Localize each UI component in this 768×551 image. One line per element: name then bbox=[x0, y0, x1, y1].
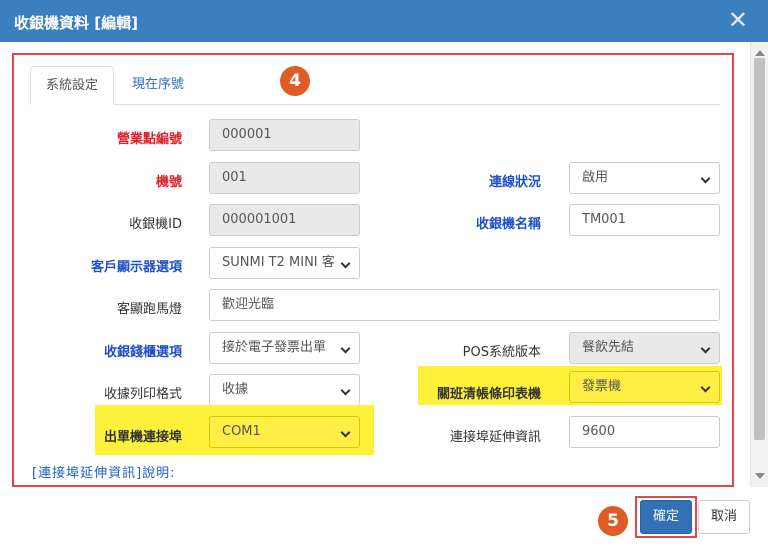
machine-no-label: 機號 bbox=[155, 175, 182, 190]
dialog-title: 收銀機資料 [編輯] bbox=[14, 14, 138, 32]
dialog-titlebar: 收銀機資料 [編輯] ✕ bbox=[0, 0, 768, 42]
vertical-scrollbar[interactable] bbox=[750, 42, 768, 487]
step-badge-4: 4 bbox=[280, 66, 310, 96]
shift-report-printer-label: 關班清帳條印表機 bbox=[436, 387, 541, 402]
step-badge-5: 5 bbox=[598, 506, 628, 536]
pos-name-label: 收銀機名稱 bbox=[475, 217, 541, 232]
close-icon[interactable]: ✕ bbox=[728, 6, 748, 34]
scroll-up-icon[interactable] bbox=[755, 50, 765, 56]
store-no-field: 000001 bbox=[209, 119, 360, 151]
cash-drawer-label: 收銀錢櫃選項 bbox=[103, 345, 182, 360]
confirm-button[interactable]: 確定 bbox=[640, 500, 692, 534]
connection-status-label: 連線狀況 bbox=[488, 175, 541, 190]
printer-port-select[interactable]: COM1 bbox=[209, 416, 360, 448]
cash-drawer-select[interactable]: 接於電子發票出單 bbox=[209, 332, 360, 364]
customer-display-value: SUNMI T2 MINI 客 bbox=[222, 255, 335, 270]
marquee-label: 客顯跑馬燈 bbox=[116, 302, 182, 317]
cancel-button[interactable]: 取消 bbox=[698, 500, 750, 534]
pos-version-label: POS系統版本 bbox=[462, 345, 541, 360]
connection-status-value: 啟用 bbox=[582, 170, 609, 185]
receipt-format-value: 收據 bbox=[222, 382, 249, 397]
scrollbar-thumb[interactable] bbox=[754, 58, 765, 440]
scroll-down-icon[interactable] bbox=[755, 473, 765, 479]
pos-id-field: 000001001 bbox=[209, 204, 360, 236]
cash-drawer-value: 接於電子發票出單 bbox=[222, 340, 327, 355]
port-extra-input[interactable]: 9600 bbox=[569, 416, 720, 448]
marquee-input[interactable]: 歡迎光臨 bbox=[209, 289, 720, 321]
pos-id-label: 收銀機ID bbox=[129, 217, 182, 232]
receipt-format-select[interactable]: 收據 bbox=[209, 374, 360, 406]
shift-report-printer-value: 發票機 bbox=[582, 379, 622, 394]
pos-version-select: 餐飲先結 bbox=[569, 332, 720, 364]
pos-version-value: 餐飲先結 bbox=[582, 340, 635, 355]
port-extra-hint: [連接埠延伸資訊]說明: bbox=[32, 466, 176, 481]
pos-name-input[interactable]: TM001 bbox=[569, 204, 720, 236]
port-extra-label: 連接埠延伸資訊 bbox=[449, 430, 541, 445]
receipt-format-label: 收據列印格式 bbox=[103, 387, 182, 402]
store-no-label: 營業點編號 bbox=[116, 132, 182, 147]
connection-status-select[interactable]: 啟用 bbox=[569, 162, 720, 194]
shift-report-printer-select[interactable]: 發票機 bbox=[569, 371, 720, 403]
tab-system-settings[interactable]: 系統設定 bbox=[30, 66, 114, 105]
machine-no-field: 001 bbox=[209, 162, 360, 194]
printer-port-label: 出單機連接埠 bbox=[103, 430, 182, 445]
printer-port-value: COM1 bbox=[222, 424, 261, 439]
customer-display-label: 客戶顯示器選項 bbox=[90, 260, 182, 275]
customer-display-select[interactable]: SUNMI T2 MINI 客 bbox=[209, 247, 360, 279]
tab-current-serial[interactable]: 現在序號 bbox=[118, 66, 198, 105]
